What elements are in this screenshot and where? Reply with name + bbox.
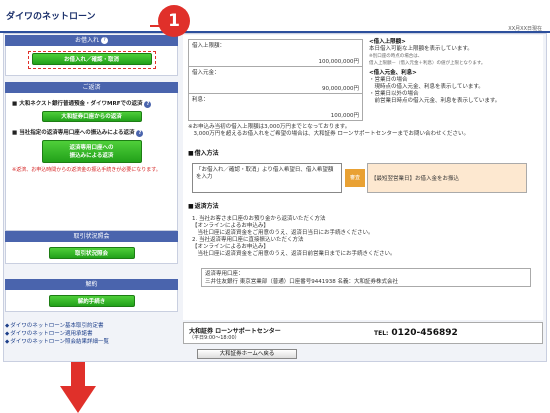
info-small: ※別口座の時点の場合は、 [369, 54, 423, 59]
support-phone: TEL: 0120-456892 [374, 328, 458, 338]
limit-table: 借入上限額： 100,000,000円 借入元金： 90,000,000円 利息： 1… [188, 39, 363, 121]
info-bullet: ・営業日以外の場合 [369, 91, 419, 97]
highlight-box: お借入れ／確認・取消 [27, 51, 156, 69]
info-text: 前営業日時点の借入元金、利息を表示しています。 [369, 98, 501, 104]
history-section: 取引状況照会 取引状況照会 [5, 231, 178, 264]
info-bullet: ・営業日の場合 [369, 77, 408, 83]
info-text: 本日借入可能な上限額を表示しています。 [369, 46, 473, 52]
repay-item1-title: 大和ネクスト銀行普通預金・ダイワMRFでの返済 ? [12, 99, 173, 108]
sidebar: お借入れ? お借入れ／確認・取消 ご返済 大和ネクスト銀行普通預金・ダイワMRF… [5, 35, 178, 320]
borrow-step2-box: 【最短翌営業日】お借入金をお振込 [367, 163, 527, 193]
cancel-section-title: 解約 [5, 279, 178, 290]
loan-section: お借入れ? お借入れ／確認・取消 [5, 35, 178, 76]
info-heading: <借入上限額> [369, 39, 406, 45]
page-title: ダイワのネットローン [6, 12, 96, 22]
info-text: 現時点の借入元金、利息を表示しています。 [369, 84, 484, 90]
top-bar: ダイワのネットローン [0, 0, 550, 33]
interest-value: 100,000円 [330, 113, 359, 119]
support-hours: （平日9:00～18:00） [189, 335, 240, 341]
repay-steps: 1. 当社お客さま口座のお預り金から返済いただく方法 【オンラインによるお申込み… [192, 216, 396, 257]
table-row: 借入上限額： 100,000,000円 [188, 39, 363, 67]
repay-from-account-button[interactable]: 大和証券口座からの返済 [41, 111, 142, 122]
document-links: ダイワのネットローン基本取引約定書 ダイワのネットローン適用承諾書 ダイワのネッ… [5, 322, 185, 346]
cancel-procedure-button[interactable]: 解約手続き [48, 295, 135, 307]
help-icon[interactable]: ? [144, 101, 152, 108]
borrow-confirm-cancel-button[interactable]: お借入れ／確認・取消 [31, 53, 152, 65]
link-application-consent[interactable]: ダイワのネットローン適用承諾書 [5, 330, 185, 338]
repay-by-transfer-button[interactable]: 返済専用口座への 振込みによる返済 [41, 140, 142, 163]
repay-section: ご返済 大和ネクスト銀行普通預金・ダイワMRFでの返済 ? 大和証券口座からの返… [5, 82, 178, 231]
as-of-date: XX月XX日現在 [508, 26, 542, 32]
loan-section-title: お借入れ? [5, 35, 178, 46]
limit-value: 100,000,000円 [318, 59, 360, 65]
limit-note: ※お申込み当初の借入上限額は3,000万円までとなっております。 3,000万円… [188, 124, 470, 137]
support-center-box: 大和証券 ローンサポートセンター （平日9:00～18:00） TEL: 0120… [183, 322, 543, 344]
info-heading: <借入元金、利息> [369, 70, 417, 76]
table-row: 利息： 100,000円 [188, 93, 363, 121]
review-arrow: 審査 [345, 169, 365, 187]
interest-label: 利息： [192, 97, 209, 103]
principal-value: 90,000,000円 [322, 86, 359, 92]
info-small: 借入上限額－（借入元金＋利息）の値が上限となります。 [369, 61, 486, 66]
help-icon[interactable]: ? [101, 37, 108, 44]
borrow-step1-box: 「お借入れ／確認・取消」より借入希望日、借入希望額を入力 [192, 163, 342, 193]
link-basic-agreement[interactable]: ダイワのネットローン基本取引約定書 [5, 322, 185, 330]
repay-section-title: ご返済 [5, 82, 178, 93]
info-panel: <借入上限額> 本日借入可能な上限額を表示しています。 ※別口座の時点の場合は、… [369, 39, 539, 105]
principal-label: 借入元金： [192, 70, 220, 76]
help-icon[interactable]: ? [136, 130, 144, 137]
history-inquiry-button[interactable]: 取引状況照会 [48, 247, 135, 259]
table-row: 借入元金： 90,000,000円 [188, 66, 363, 94]
borrow-method-title: 借入方法 [188, 148, 219, 157]
link-inquiry-results[interactable]: ダイワのネットローン照会結果詳細一覧 [5, 338, 185, 346]
repay-item2-title: 当社指定の返済専用口座への振込みによる返済 ? [12, 128, 173, 137]
limit-label: 借入上限額： [192, 43, 226, 49]
step-number-badge: 1 [158, 5, 190, 37]
repay-method-title: 返済方法 [188, 201, 219, 210]
main-panel: 借入上限額： 100,000,000円 借入元金： 90,000,000円 利息： 1… [183, 35, 543, 320]
history-section-title: 取引状況照会 [5, 231, 178, 242]
repay-note: ※返済、お申込時間からの返済金の振込手続きが必要になります。 [12, 167, 161, 173]
down-arrow-icon [60, 362, 96, 413]
repay-account-box: 返済専用口座： 三井住友銀行 東京営業部（普通）口座番号9441938 名義：大… [201, 268, 531, 287]
back-to-home-button[interactable]: 大和証券ホームへ戻る [197, 349, 297, 359]
cancel-section: 解約 解約手続き [5, 279, 178, 312]
